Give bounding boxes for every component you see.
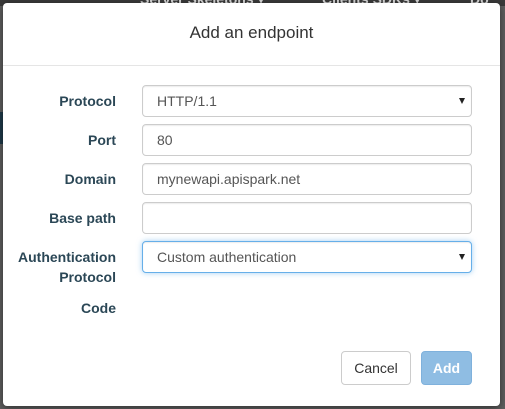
chevron-down-icon bbox=[459, 254, 465, 260]
auth-protocol-select[interactable]: Custom authentication bbox=[142, 241, 472, 273]
protocol-select-value: HTTP/1.1 bbox=[157, 93, 217, 109]
port-input[interactable]: 80 bbox=[142, 124, 472, 156]
dialog-title: Add an endpoint bbox=[189, 23, 314, 42]
code-label: Code bbox=[81, 300, 116, 316]
domain-label: Domain bbox=[64, 171, 116, 187]
cancel-button[interactable]: Cancel bbox=[341, 351, 411, 385]
add-button[interactable]: Add bbox=[421, 351, 472, 385]
base-path-label: Base path bbox=[49, 210, 116, 226]
domain-input[interactable]: mynewapi.apispark.net bbox=[142, 163, 472, 195]
auth-protocol-select-value: Custom authentication bbox=[157, 249, 297, 265]
protocol-label: Protocol bbox=[59, 93, 116, 109]
chevron-down-icon bbox=[459, 98, 465, 104]
add-endpoint-dialog: Add an endpoint Protocol HTTP/1.1 Port 8… bbox=[3, 3, 500, 406]
port-label: Port bbox=[88, 132, 116, 148]
protocol-select[interactable]: HTTP/1.1 bbox=[142, 85, 472, 117]
base-path-input[interactable] bbox=[142, 202, 472, 234]
auth-protocol-label-line1: Authentication bbox=[18, 249, 116, 265]
dialog-footer: Cancel Add bbox=[3, 336, 500, 406]
auth-protocol-label-line2: Protocol bbox=[59, 269, 116, 285]
dialog-header: Add an endpoint bbox=[3, 3, 500, 66]
